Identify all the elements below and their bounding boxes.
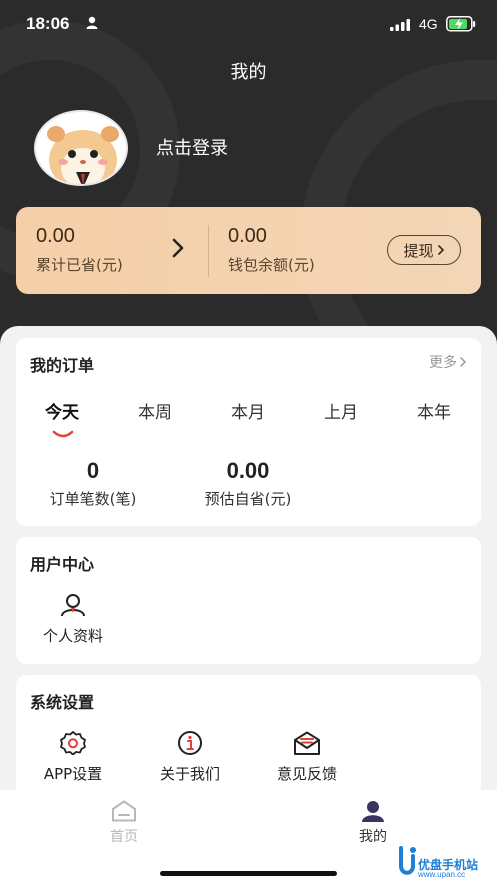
watermark-url: www.upan.cc: [418, 870, 466, 879]
withdraw-label: 提现: [403, 241, 434, 260]
tab-mine[interactable]: 我的: [333, 800, 413, 846]
status-time: 18:06: [26, 14, 70, 33]
accumulated-savings-value: 0.00: [36, 225, 75, 247]
accumulated-savings[interactable]: 0.00 累计已省(元): [36, 225, 123, 275]
profile-icon: [61, 594, 85, 617]
tab-this-year[interactable]: 本年: [394, 398, 474, 423]
withdraw-button[interactable]: 提现: [387, 235, 461, 265]
settings-gear-icon: [60, 731, 86, 755]
system-settings-title: 系统设置: [30, 693, 95, 712]
user-center-card: 用户中心 个人资料: [16, 537, 481, 664]
feedback-mail-icon: [294, 731, 320, 755]
estimated-savings-value: 0.00: [226, 458, 270, 483]
orders-card: 我的订单 更多 今天 本周 本月 上月 本年 0 订单笔数(笔) 0.00 预估…: [16, 338, 481, 526]
tab-home-label: 首页: [110, 829, 138, 845]
status-bar: 18:06 4G: [0, 0, 497, 50]
app-settings-item[interactable]: APP设置: [18, 731, 128, 784]
active-tab-indicator: [52, 430, 74, 438]
chevron-right-icon: [460, 357, 467, 367]
feedback-label: 意见反馈: [276, 765, 337, 783]
home-indicator: [160, 871, 337, 876]
wallet-balance-label: 钱包余额(元): [228, 256, 315, 274]
about-us-item[interactable]: 关于我们: [135, 731, 245, 784]
home-icon: [112, 800, 136, 822]
tab-home[interactable]: 首页: [84, 800, 164, 846]
about-us-label: 关于我们: [159, 765, 220, 783]
chevron-right-icon: [437, 245, 444, 255]
signal-icon: [390, 19, 410, 31]
hamster-avatar-icon: [47, 126, 119, 184]
more-orders-link[interactable]: 更多: [429, 352, 467, 372]
watermark-logo-icon: [399, 846, 416, 875]
profile-label: 个人资料: [42, 627, 103, 645]
tab-today[interactable]: 今天: [22, 398, 102, 423]
page-title: 我的: [230, 62, 267, 83]
tab-this-month[interactable]: 本月: [208, 398, 288, 423]
savings-card: 0.00 累计已省(元) 0.00 钱包余额(元) 提现: [16, 207, 481, 294]
period-tabs: 今天 本周 本月 上月 本年: [16, 398, 481, 438]
more-label: 更多: [429, 355, 457, 371]
person-status-icon: [86, 16, 98, 29]
system-settings-card: 系统设置 APP设置 关于我们 意见反馈: [16, 675, 481, 805]
watermark: 优盘手机站 www.upan.cc: [396, 842, 496, 882]
user-center-title: 用户中心: [30, 555, 95, 574]
order-count-value: 0: [86, 458, 100, 483]
order-count-stat: 0 订单笔数(笔): [38, 458, 148, 509]
app-settings-label: APP设置: [43, 765, 103, 783]
orders-title: 我的订单: [30, 356, 95, 375]
wallet-balance: 0.00 钱包余额(元): [228, 225, 315, 275]
estimated-savings-stat: 0.00 预估自省(元): [188, 458, 308, 509]
wallet-balance-value: 0.00: [228, 225, 267, 247]
user-icon: [362, 801, 384, 822]
estimated-savings-label: 预估自省(元): [204, 490, 292, 508]
tab-this-week[interactable]: 本周: [115, 398, 195, 423]
battery-charging-icon: [446, 16, 476, 32]
tab-mine-label: 我的: [359, 829, 387, 845]
profile-item[interactable]: 个人资料: [18, 593, 128, 646]
info-icon: [178, 731, 202, 755]
tab-last-month[interactable]: 上月: [301, 398, 381, 423]
order-count-label: 订单笔数(笔): [49, 490, 137, 508]
chevron-right-icon[interactable]: [171, 237, 185, 259]
network-type: 4G: [419, 16, 438, 32]
divider: [208, 225, 209, 277]
accumulated-savings-label: 累计已省(元): [36, 256, 123, 274]
avatar[interactable]: [34, 110, 128, 186]
feedback-item[interactable]: 意见反馈: [252, 731, 362, 784]
login-link[interactable]: 点击登录: [156, 134, 228, 160]
